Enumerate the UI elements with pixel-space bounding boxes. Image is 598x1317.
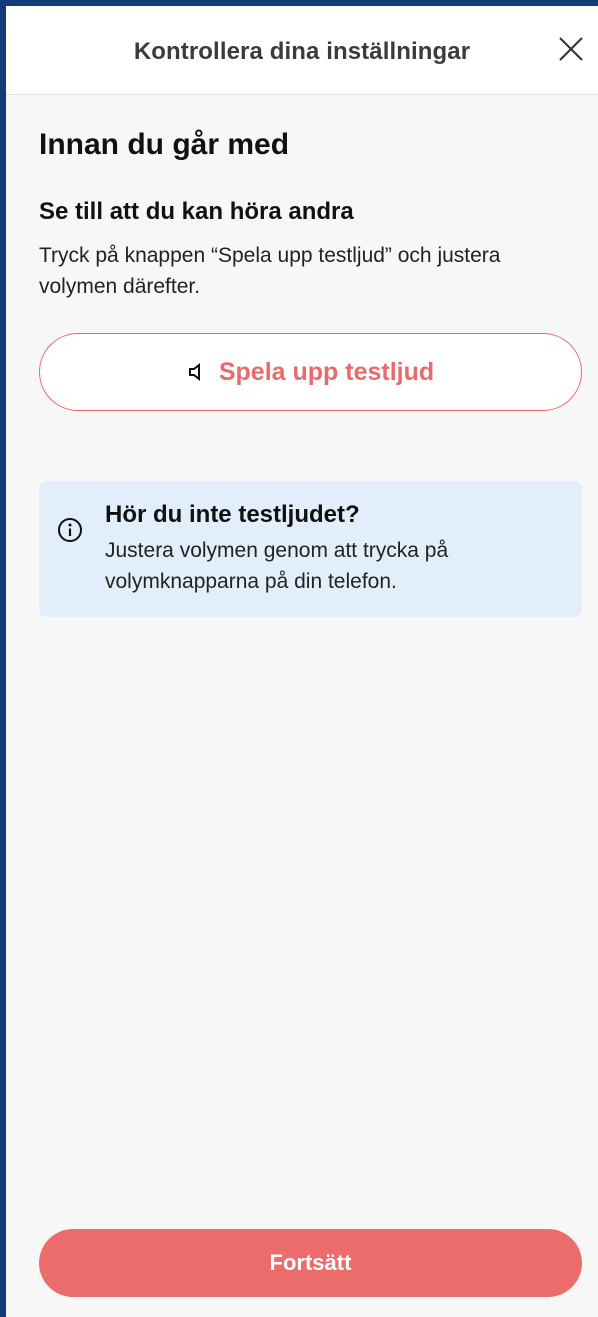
close-icon	[559, 37, 583, 61]
info-title: Hör du inte testljudet?	[105, 501, 360, 528]
speaker-icon	[188, 363, 200, 381]
sub-heading: Se till att du kan höra andra	[39, 198, 354, 225]
info-box: Hör du inte testljudet? Justera volymen …	[39, 481, 582, 617]
main-content: Innan du går med Se till att du kan höra…	[39, 94, 582, 617]
continue-label: Fortsätt	[269, 1250, 352, 1275]
play-test-sound-label: Spela upp testljud	[218, 357, 435, 386]
info-text: Hör du inte testljudet? Justera volymen …	[105, 501, 562, 597]
continue-button[interactable]: Fortsätt	[39, 1229, 582, 1297]
settings-check-screen: Kontrollera dina inställningar Innan du …	[0, 0, 598, 1317]
play-test-sound-button[interactable]: Spela upp testljud	[39, 333, 582, 411]
header-bar: Kontrollera dina inställningar	[6, 6, 598, 95]
main-heading: Innan du går med	[39, 128, 290, 161]
info-icon	[58, 518, 82, 542]
instruction-text: Tryck på knappen “Spela upp testljud” oc…	[39, 244, 501, 298]
info-body: Justera volymen genom att trycka på voly…	[105, 539, 449, 593]
page-title: Kontrollera dina inställningar	[133, 38, 471, 65]
close-button[interactable]	[554, 32, 588, 66]
